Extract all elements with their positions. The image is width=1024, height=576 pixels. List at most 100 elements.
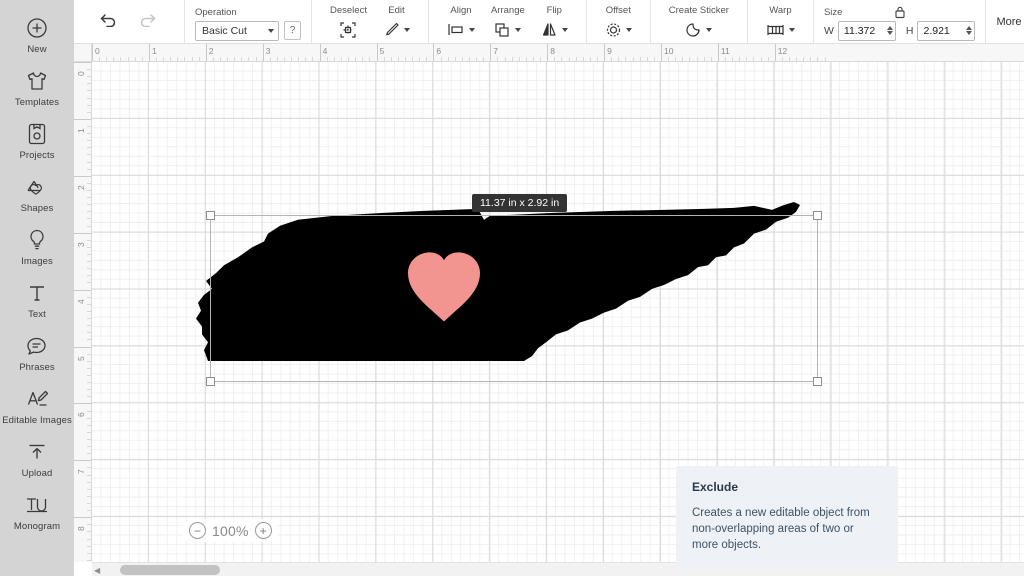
ruler-minor-tick [234, 57, 236, 61]
ruler-minor-tick [632, 57, 634, 61]
undo-button[interactable] [98, 11, 118, 32]
ruler-tick [774, 44, 776, 61]
ruler-minor-tick [596, 57, 598, 61]
ruler-minor-tick [276, 57, 278, 61]
ruler-minor-tick [87, 296, 91, 298]
ruler-minor-tick [87, 481, 91, 483]
ruler-minor-tick [305, 57, 307, 61]
sidebar-item-new[interactable]: New [0, 8, 74, 61]
ruler-label: 0 [95, 46, 100, 56]
chevron-down-icon [515, 27, 522, 32]
sidebar-item-projects[interactable]: Projects [0, 114, 74, 167]
ruler-minor-tick [87, 510, 91, 512]
ruler-minor-tick [298, 57, 300, 61]
ruler-minor-tick [504, 57, 506, 61]
operation-help-button[interactable]: ? [284, 21, 301, 40]
sidebar-item-text[interactable]: Text [0, 273, 74, 326]
ruler-minor-tick [87, 69, 91, 71]
ruler-minor-tick [87, 524, 91, 526]
width-stepper[interactable] [886, 26, 893, 35]
ruler-minor-tick [582, 57, 584, 61]
ruler-minor-tick [689, 57, 691, 61]
ruler-minor-tick [653, 57, 655, 61]
sidebar-label-shapes: Shapes [20, 203, 54, 214]
align-icon [447, 19, 475, 41]
offset-button[interactable]: Offset [597, 0, 640, 44]
ruler-minor-tick [412, 57, 414, 61]
create-sticker-button[interactable]: Create Sticker [661, 0, 737, 44]
more-label: More [996, 15, 1022, 28]
ruler-minor-tick [333, 57, 335, 61]
edit-pencil-icon [383, 19, 410, 41]
ruler-minor-tick [568, 57, 570, 61]
ruler-minor-tick [87, 410, 91, 412]
ruler-minor-tick [177, 57, 179, 61]
sidebar-label-editable-images: Editable Images [2, 415, 72, 426]
zoom-in-button[interactable]: + [254, 522, 272, 539]
warp-button[interactable]: Warp [758, 0, 803, 44]
ruler-minor-tick [87, 275, 91, 277]
editable-images-icon [24, 386, 50, 412]
zoom-out-button[interactable]: − [189, 522, 206, 539]
offset-icon [605, 19, 632, 41]
ruler-tick [148, 44, 150, 61]
sidebar-item-images[interactable]: Images [0, 220, 74, 273]
resize-handle-bottom-right[interactable] [813, 377, 822, 386]
ruler-tick [376, 44, 378, 61]
sidebar-item-shapes[interactable]: Shapes [0, 167, 74, 220]
height-input[interactable]: 2.921 [917, 20, 976, 41]
ruler-minor-tick [227, 57, 229, 61]
design-artwork[interactable] [194, 200, 802, 365]
sidebar-item-editable-images[interactable]: Editable Images [0, 379, 74, 432]
ruler-minor-tick [87, 495, 91, 497]
resize-handle-top-right[interactable] [813, 211, 822, 220]
ruler-minor-tick [87, 204, 91, 206]
arrange-group: Align Arrange Flip [429, 0, 587, 43]
ruler-minor-tick [87, 246, 91, 248]
ruler-tick [205, 44, 207, 61]
ruler-tick [74, 346, 91, 348]
canvas-area[interactable]: 0123456789101112 0123456789 [74, 44, 1024, 576]
ruler-minor-tick [87, 97, 91, 99]
align-button[interactable]: Align [439, 0, 483, 44]
height-stepper[interactable] [966, 26, 973, 35]
ruler-minor-tick [87, 446, 91, 448]
horizontal-scrollbar-thumb[interactable] [120, 565, 220, 575]
offset-group: Offset [587, 0, 651, 43]
sidebar-label-upload: Upload [21, 468, 53, 479]
ruler-minor-tick [796, 57, 798, 61]
sidebar-item-phrases[interactable]: Phrases [0, 326, 74, 379]
plus-circle-icon [24, 15, 50, 41]
ruler-tick [92, 44, 93, 61]
undo-redo-group [74, 0, 185, 43]
tooltip-title: Exclude [692, 480, 739, 494]
redo-button[interactable] [138, 11, 158, 32]
ruler-minor-tick [87, 559, 91, 561]
ruler-minor-tick [532, 57, 534, 61]
ruler-label: 5 [76, 355, 86, 361]
ruler-tick [74, 289, 91, 291]
width-input[interactable]: 11.372 [837, 20, 896, 41]
lock-icon[interactable] [894, 5, 906, 24]
flip-button[interactable]: Flip [533, 0, 576, 44]
ruler-minor-tick [461, 57, 463, 61]
sidebar-item-upload[interactable]: Upload [0, 432, 74, 485]
sidebar-item-templates[interactable]: Templates [0, 61, 74, 114]
resize-handle-bottom-left[interactable] [206, 377, 215, 386]
arrange-button[interactable]: Arrange [483, 0, 533, 44]
sidebar-item-monogram[interactable]: Monogram [0, 485, 74, 538]
more-button[interactable]: More [996, 16, 1024, 28]
horizontal-ruler: 0 1 2 3 4 5 6 7 8 9 10 11 12 [92, 44, 1024, 62]
scroll-left-arrow[interactable]: ◀ [94, 566, 100, 575]
ruler-minor-tick [404, 57, 406, 61]
ruler-minor-tick [682, 57, 684, 61]
flip-icon [541, 19, 568, 41]
height-prefix: H [905, 24, 914, 37]
operation-select[interactable]: Basic Cut [195, 20, 279, 41]
operation-value: Basic Cut [202, 24, 247, 37]
ruler-minor-tick [87, 261, 91, 263]
deselect-button[interactable]: Deselect [322, 0, 375, 44]
speech-bubble-icon [24, 333, 50, 359]
edit-button[interactable]: Edit [375, 0, 418, 44]
main-area: Operation Basic Cut ? Deselect Edit Alig… [74, 0, 1024, 576]
